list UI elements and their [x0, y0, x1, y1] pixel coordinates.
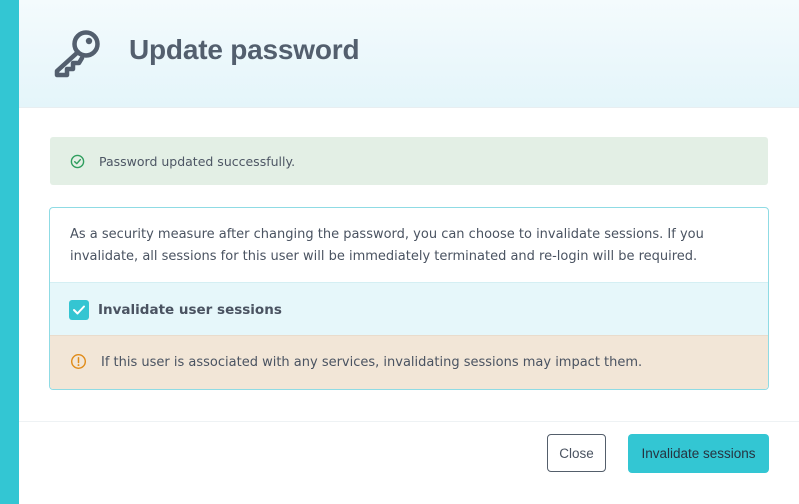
update-password-dialog: Update password Password updated success… [19, 0, 799, 504]
footer-divider [19, 421, 799, 422]
dialog-title: Update password [129, 34, 360, 65]
checkmark-icon [73, 305, 85, 315]
key-icon [54, 30, 100, 78]
warning-alert: If this user is associated with any serv… [50, 335, 768, 389]
warning-circle-icon [70, 353, 87, 370]
sessions-panel: As a security measure after changing the… [49, 207, 769, 390]
invalidate-sessions-checkbox[interactable] [69, 300, 89, 320]
invalidate-sessions-button[interactable]: Invalidate sessions [628, 434, 769, 473]
security-info-text: As a security measure after changing the… [70, 227, 704, 264]
invalidate-sessions-label[interactable]: Invalidate user sessions [98, 302, 282, 318]
invalidate-sessions-row[interactable]: Invalidate user sessions [50, 282, 768, 336]
dialog-header: Update password [19, 0, 799, 108]
left-accent-bar [0, 0, 19, 504]
close-button[interactable]: Close [547, 434, 606, 472]
success-alert: Password updated successfully. [50, 137, 768, 185]
success-message: Password updated successfully. [99, 154, 296, 169]
check-circle-icon [70, 154, 85, 169]
warning-message: If this user is associated with any serv… [101, 355, 643, 370]
